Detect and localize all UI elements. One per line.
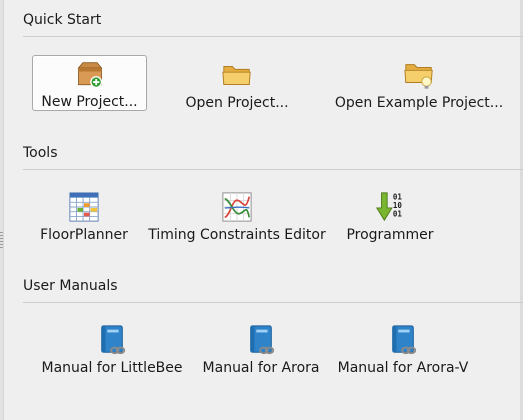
manual-book-icon [101, 325, 126, 355]
manual-arora-button[interactable]: Manual for Arora [203, 324, 319, 376]
manual-book-icon [392, 325, 417, 355]
splitter-grip[interactable] [0, 232, 3, 248]
new-project-label: New Project... [41, 94, 138, 110]
manual-book-icon [250, 325, 275, 355]
programmer-digits-3: 01 [393, 209, 403, 218]
programmer-download-icon: 01 10 01 [375, 192, 403, 222]
manual-littlebee-label: Manual for LittleBee [41, 360, 183, 376]
programmer-label: Programmer [346, 227, 434, 243]
open-project-label: Open Project... [185, 95, 289, 111]
folder-lightbulb-icon [404, 64, 433, 89]
section-separator [23, 169, 523, 170]
manual-arora-v-button[interactable]: Manual for Arora-V [336, 324, 470, 376]
new-project-box-icon [77, 62, 102, 89]
section-separator [23, 36, 523, 37]
manual-arora-label: Manual for Arora [202, 360, 320, 376]
section-title-user-manuals: User Manuals [23, 278, 118, 294]
floorplanner-label: FloorPlanner [40, 227, 128, 243]
timing-constraints-editor-label: Timing Constraints Editor [148, 227, 326, 243]
floorplanner-grid-icon [69, 192, 99, 222]
floorplanner-button[interactable]: FloorPlanner [37, 191, 131, 243]
folder-icon [222, 66, 251, 85]
open-project-button[interactable]: Open Project... [180, 59, 294, 111]
open-example-project-label: Open Example Project... [334, 95, 504, 111]
timing-graph-icon [222, 192, 252, 222]
timing-constraints-editor-button[interactable]: Timing Constraints Editor [147, 191, 327, 243]
manual-arora-v-label: Manual for Arora-V [337, 360, 469, 376]
section-separator [23, 302, 523, 303]
left-pane-border [0, 0, 4, 420]
section-title-quick-start: Quick Start [23, 12, 102, 28]
manual-littlebee-button[interactable]: Manual for LittleBee [38, 324, 186, 376]
section-title-tools: Tools [23, 145, 58, 161]
new-project-button[interactable]: New Project... [32, 55, 147, 111]
programmer-button[interactable]: 01 10 01 Programmer [345, 191, 435, 243]
open-example-project-button[interactable]: Open Example Project... [332, 59, 506, 111]
